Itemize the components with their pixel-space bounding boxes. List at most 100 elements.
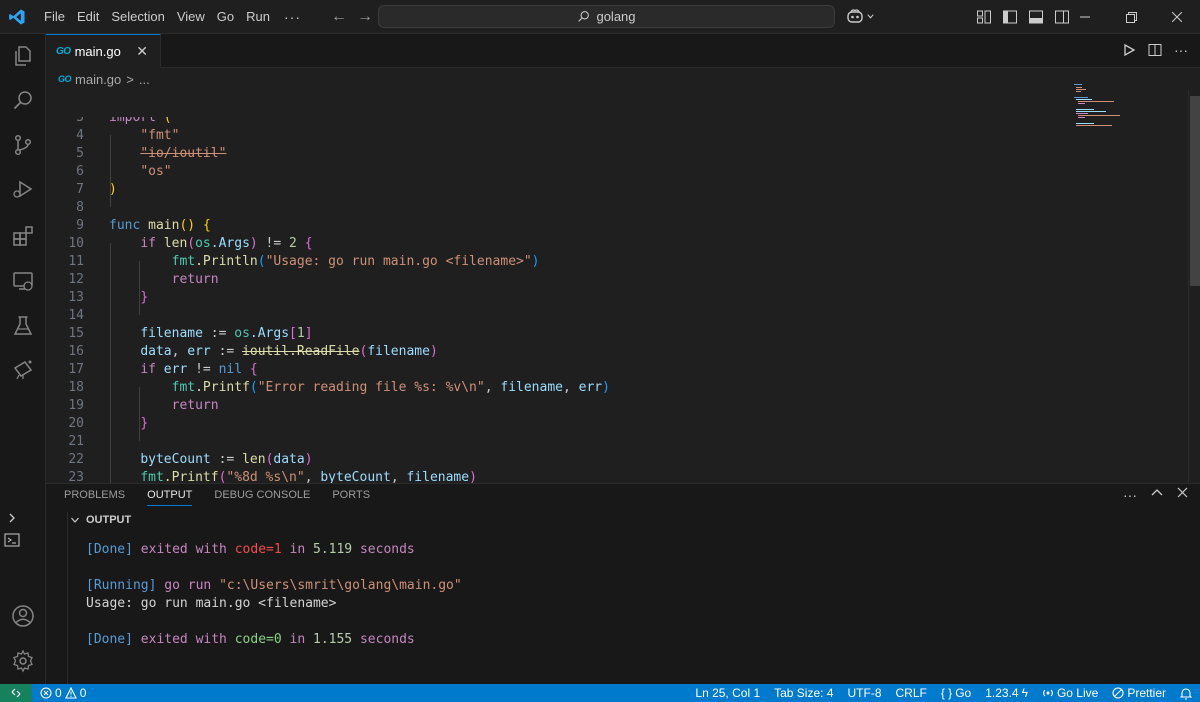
run-and-debug-icon[interactable]: [0, 169, 46, 209]
output-log[interactable]: [Done] exited with code=1 in 5.119 secon…: [86, 541, 462, 649]
tab-size[interactable]: Tab Size: 4: [774, 686, 833, 700]
menu-go[interactable]: Go: [211, 0, 240, 34]
close-window-icon[interactable]: [1154, 0, 1200, 34]
code-line: 15 filename := os.Args[1]: [46, 325, 1096, 343]
search-view-icon[interactable]: [0, 80, 46, 120]
accounts-icon[interactable]: [0, 596, 46, 636]
breadcrumb-more[interactable]: ...: [139, 72, 150, 87]
line-number: 21: [68, 434, 84, 449]
language-mode[interactable]: { } Go: [941, 686, 971, 700]
go-test-explorer-icon[interactable]: [0, 350, 46, 390]
package: fmt: [171, 254, 196, 269]
keyword: func: [109, 218, 141, 233]
remote-indicator-icon[interactable]: [0, 684, 32, 702]
menu-edit[interactable]: Edit: [71, 0, 105, 34]
minimize-icon[interactable]: [1062, 0, 1108, 34]
status-right: Ln 25, Col 1 Tab Size: 4 UTF-8 CRLF { } G…: [695, 684, 1192, 702]
remote-explorer-icon[interactable]: [0, 261, 46, 301]
lightning-icon: ϟ: [1021, 686, 1028, 700]
line-number: 17: [68, 362, 84, 377]
tab-problems[interactable]: PROBLEMS: [64, 484, 125, 506]
copilot-icon: [847, 9, 863, 23]
tab-debug-console[interactable]: DEBUG CONSOLE: [214, 484, 310, 506]
source-control-icon[interactable]: [0, 125, 46, 165]
chevron-down-icon: [867, 13, 874, 19]
explorer-icon[interactable]: [0, 36, 46, 76]
variable: filename: [367, 344, 430, 359]
scrollbar-thumb[interactable]: [1190, 96, 1200, 286]
menu-bar: File Edit Selection View Go Run ···: [38, 0, 309, 34]
output-title: OUTPUT: [86, 514, 132, 526]
manage-gear-icon[interactable]: [0, 641, 46, 681]
editor-scrollbar[interactable]: [1188, 90, 1200, 483]
restore-icon[interactable]: [1108, 0, 1154, 34]
notifications-bell-icon[interactable]: [1180, 687, 1192, 700]
run-code-icon[interactable]: [1122, 43, 1136, 57]
chevron-right-icon[interactable]: [6, 512, 18, 527]
window-controls: [1062, 0, 1200, 34]
tab-output[interactable]: OUTPUT: [147, 484, 193, 506]
code-line: 12 return: [46, 271, 1096, 289]
activity-bar: [0, 34, 46, 684]
code-area[interactable]: 2 3 import ( 4 "fmt" 5 "io/ioutil" 6 "os"…: [46, 117, 1176, 483]
back-arrow-icon[interactable]: ←: [331, 8, 347, 26]
menu-view[interactable]: View: [171, 0, 211, 34]
code-line: 22 byteCount := len(data): [46, 451, 1096, 469]
go-live-button[interactable]: Go Live: [1042, 686, 1098, 700]
problems-status[interactable]: 0 0: [40, 686, 86, 700]
breadcrumb-file[interactable]: main.go: [75, 72, 121, 87]
toggle-primary-sidebar-icon[interactable]: [1002, 9, 1018, 25]
editor-group: GO main.go ✕ ··· GO main.go > ... 3 impo…: [46, 34, 1200, 483]
deprecated-string: "io/ioutil": [140, 146, 227, 161]
code-line: 8: [46, 199, 1096, 217]
menu-more-icon[interactable]: ···: [276, 9, 309, 25]
field: .Args: [249, 326, 290, 341]
customize-layout-icon[interactable]: [976, 9, 992, 25]
output-section-header[interactable]: OUTPUT: [70, 514, 131, 526]
string: "os": [140, 164, 172, 179]
forward-arrow-icon[interactable]: →: [357, 8, 373, 26]
code-line: 6 "os": [46, 163, 1096, 181]
line-number: 22: [68, 452, 84, 467]
menu-selection[interactable]: Selection: [105, 0, 170, 34]
menu-file[interactable]: File: [38, 0, 71, 34]
code-line: 21: [46, 433, 1096, 451]
line-number: 8: [76, 200, 84, 215]
maximize-panel-icon[interactable]: [1151, 487, 1163, 499]
keyword: return: [171, 272, 219, 287]
code-line: 3 import (: [46, 117, 1096, 127]
status-bar: 0 0 Ln 25, Col 1 Tab Size: 4 UTF-8 CRLF …: [0, 684, 1200, 702]
code-line: 10 if len(os.Args) != 2 {: [46, 235, 1096, 253]
warning-icon: [64, 687, 77, 699]
split-editor-icon[interactable]: [1148, 43, 1162, 57]
close-panel-icon[interactable]: [1177, 487, 1188, 498]
toggle-panel-icon[interactable]: [1028, 9, 1044, 25]
cursor-position[interactable]: Ln 25, Col 1: [695, 686, 760, 700]
terminal-icon[interactable]: [4, 532, 20, 551]
editor-tabs: GO main.go ✕ ···: [46, 34, 1200, 68]
more-actions-icon[interactable]: ···: [1123, 487, 1137, 503]
copilot-button[interactable]: [846, 8, 875, 24]
more-actions-icon[interactable]: ···: [1174, 42, 1188, 58]
command-center-search[interactable]: golang: [378, 5, 835, 28]
go-version[interactable]: 1.23.4 ϟ: [985, 686, 1028, 700]
testing-icon[interactable]: [0, 306, 46, 346]
line-number: 7: [76, 182, 84, 197]
extensions-icon[interactable]: [0, 216, 46, 256]
line-number: 4: [76, 128, 84, 143]
function-name: main: [148, 218, 180, 233]
tab-ports[interactable]: PORTS: [332, 484, 370, 506]
line-ending[interactable]: CRLF: [896, 686, 927, 700]
variable: err: [578, 380, 603, 395]
keyword: return: [171, 398, 219, 413]
prettier-status[interactable]: Prettier: [1112, 686, 1166, 700]
output-blank-line: [86, 613, 462, 631]
line-number: 12: [68, 272, 84, 287]
function-name: .Printf: [163, 470, 219, 483]
bracket: ): [109, 182, 117, 197]
vscode-logo-icon: [0, 0, 34, 34]
tab-main-go[interactable]: GO main.go ✕: [46, 34, 161, 68]
encoding[interactable]: UTF-8: [848, 686, 882, 700]
close-icon[interactable]: ✕: [136, 43, 148, 60]
menu-run[interactable]: Run: [240, 0, 276, 34]
